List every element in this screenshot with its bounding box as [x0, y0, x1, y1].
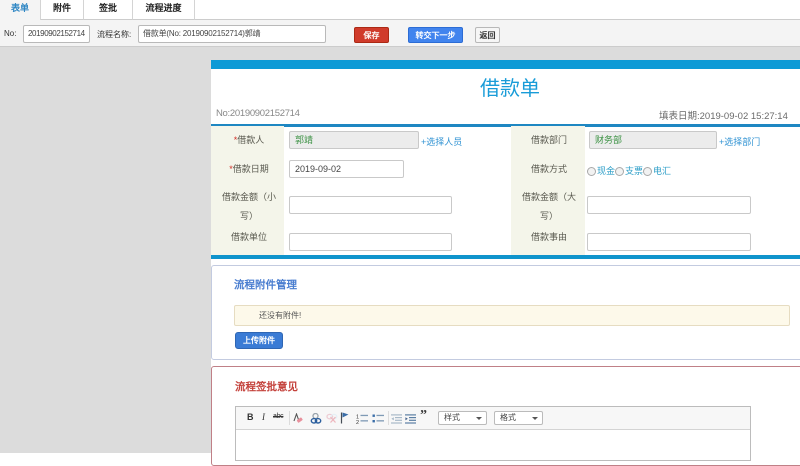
svg-text:2: 2 [356, 420, 359, 424]
